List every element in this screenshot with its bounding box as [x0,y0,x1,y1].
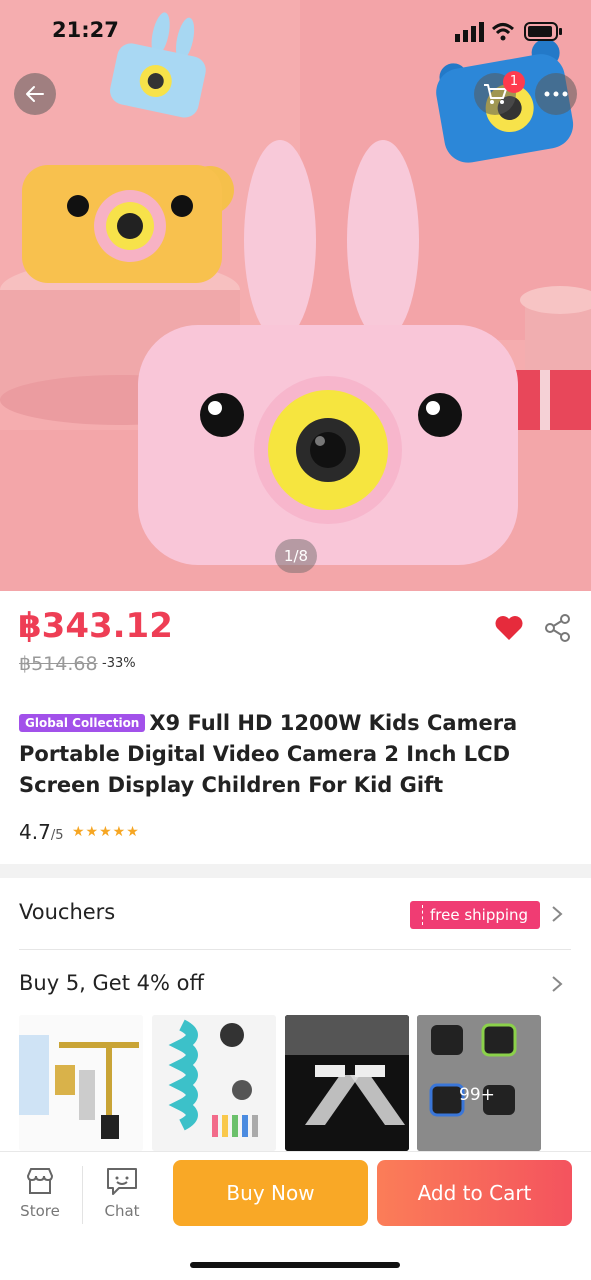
rating-value: 4.7 [19,820,51,844]
chat-label: Chat [104,1202,140,1220]
bundle-offer-label: Buy 5, Get 4% off [19,971,204,995]
add-to-cart-button[interactable]: Add to Cart [377,1160,572,1226]
product-title: Global Collection X9 Full HD 1200W Kids C… [19,708,579,801]
row-divider [19,949,571,950]
rating-scale: /5 [50,828,64,843]
bottom-bar-separator [82,1166,83,1224]
bundle-item-smartwatch[interactable]: 99+ [417,1015,541,1151]
bundle-item-phone-holder[interactable] [285,1015,409,1151]
free-shipping-voucher[interactable]: free shipping [410,901,540,929]
chat-icon [107,1168,137,1195]
sim-adapter-image [19,1015,143,1151]
current-price: ฿343.12 [18,606,173,646]
vouchers-chevron-right-icon[interactable] [550,905,564,923]
arrow-left-icon [26,86,44,102]
back-button[interactable] [14,73,56,115]
phone-holder-image [285,1015,409,1151]
vouchers-label: Vouchers [19,900,116,924]
status-icons [455,22,562,42]
original-price: ฿514.68 [19,653,98,675]
image-pager: 1/8 [275,539,317,573]
status-bar: 21:27 [0,0,591,60]
home-indicator [190,1262,400,1268]
bundle-item-cable-protector[interactable] [152,1015,276,1151]
cart-count-badge: 1 [503,71,525,93]
wishlist-heart-icon[interactable] [494,614,524,642]
global-collection-tag: Global Collection [19,714,146,732]
chat-button[interactable]: Chat [92,1166,152,1220]
section-divider [0,864,591,878]
bundle-thumbnails: 99+ [19,1015,579,1151]
more-button[interactable] [535,73,577,115]
discount-label: -33% [102,656,136,671]
store-button[interactable]: Store [10,1166,70,1220]
store-icon [26,1168,54,1194]
bottom-action-bar: Store Chat Buy Now Add to Cart [0,1151,591,1280]
rating-stars: ★★★★★ [72,824,140,840]
cable-protector-image [152,1015,276,1151]
more-items-count: 99+ [459,1085,495,1105]
product-image-gallery[interactable]: 21:27 1 1/8 [0,0,591,591]
share-icon[interactable] [543,613,573,643]
status-time: 21:27 [52,18,119,42]
bundle-item-sim-adapter[interactable] [19,1015,143,1151]
buy-now-button[interactable]: Buy Now [173,1160,368,1226]
more-dots-icon [544,91,568,97]
store-label: Store [20,1202,60,1220]
rating: 4.7/5 [19,820,63,844]
bundle-chevron-right-icon[interactable] [550,975,564,993]
smartwatch-image [417,1015,541,1151]
